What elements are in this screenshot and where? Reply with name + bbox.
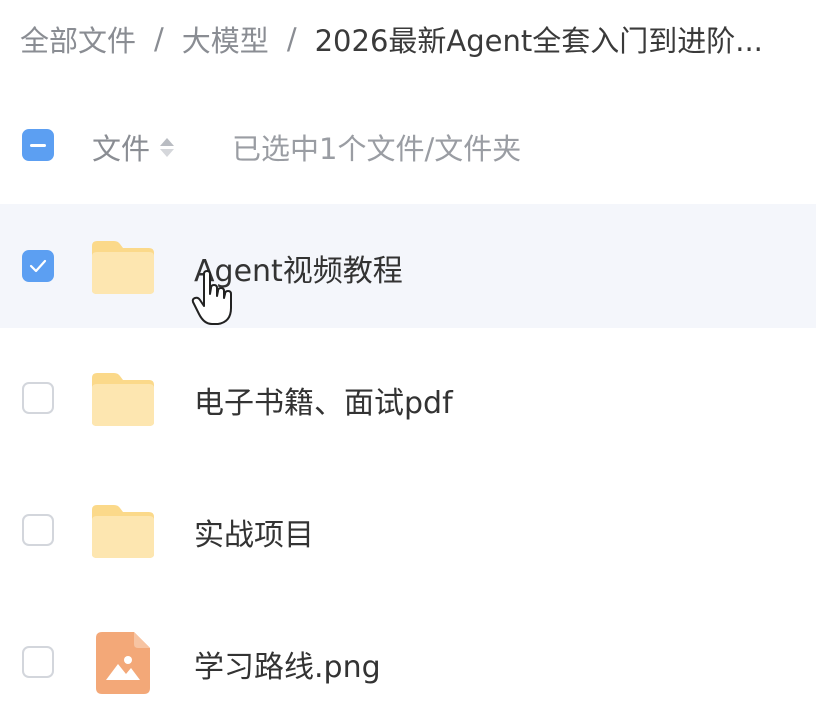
file-name[interactable]: 电子书籍、面试pdf [194,378,453,422]
folder-icon [92,373,154,426]
row-checkbox[interactable] [22,382,54,414]
check-icon [29,259,47,273]
file-name[interactable]: Agent视频教程 [194,246,403,290]
list-header: 文件 已选中1个文件/文件夹 [0,112,816,178]
indeterminate-icon [30,143,46,147]
file-column-sort[interactable]: 文件 [92,126,175,168]
breadcrumb-all-files[interactable]: 全部文件 [20,18,136,60]
breadcrumb-separator: / [286,22,297,56]
sort-icon [160,137,175,157]
file-column-label: 文件 [92,132,151,166]
file-row-roadmap-png[interactable]: 学习路线.png [0,600,816,724]
row-checkbox[interactable] [22,250,54,282]
row-checkbox[interactable] [22,646,54,678]
folder-icon [92,505,154,558]
folder-icon [92,241,154,294]
image-file-icon [96,632,150,694]
row-checkbox[interactable] [22,514,54,546]
breadcrumb-large-model[interactable]: 大模型 [182,18,269,60]
file-row-ebooks[interactable]: 电子书籍、面试pdf [0,336,816,460]
file-name[interactable]: 实战项目 [194,510,314,554]
file-row-agent-video[interactable]: Agent视频教程 [0,204,816,328]
breadcrumb-current-folder: 2026最新Agent全套入门到进阶... [314,24,763,58]
select-all-checkbox[interactable] [22,129,54,161]
file-row-projects[interactable]: 实战项目 [0,468,816,592]
file-name[interactable]: 学习路线.png [194,642,381,686]
breadcrumb-separator: / [154,22,164,56]
selection-info: 已选中1个文件/文件夹 [232,132,522,166]
breadcrumb: 全部文件 / 大模型 / 2026最新Agent全套入门到进阶... [20,16,796,62]
